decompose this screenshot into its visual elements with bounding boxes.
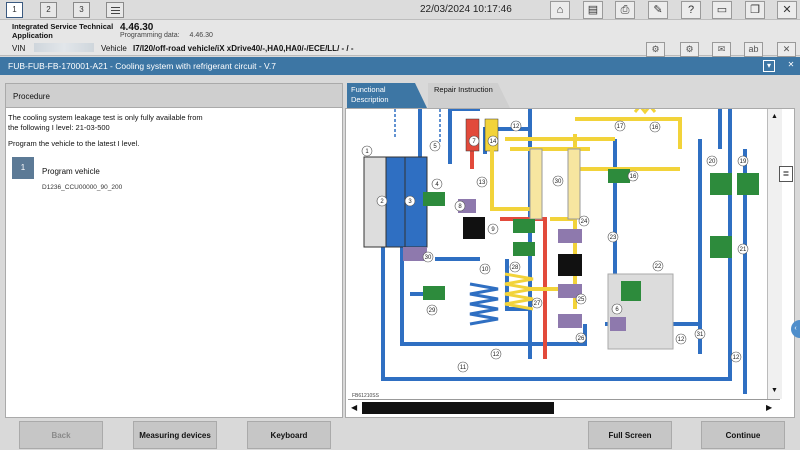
session-tab-2[interactable]: 2 [40, 2, 57, 18]
close-icon[interactable]: ✕ [777, 1, 797, 19]
svg-text:20: 20 [709, 159, 716, 165]
tab-repair-instruction[interactable]: Repair Instruction [428, 83, 510, 108]
cooling-system-diagram: 123 458 9 10 13 14 7 12 17 16 16 30 19 20 21 22 24… [350, 109, 767, 399]
svg-text:25: 25 [578, 297, 585, 303]
svg-text:30: 30 [425, 255, 432, 261]
svg-text:26: 26 [578, 336, 585, 342]
session-tab-3[interactable]: 3 [73, 2, 90, 18]
close-window-icon[interactable]: ✕ [785, 60, 797, 72]
svg-text:28: 28 [512, 265, 519, 271]
svg-text:12: 12 [678, 337, 685, 343]
intro-line-1: The cooling system leakage test is only … [8, 113, 203, 122]
vin-value [34, 43, 94, 52]
svg-text:21: 21 [740, 247, 747, 253]
restore-icon[interactable]: ❐ [745, 1, 765, 19]
document-icon[interactable]: ≣ [779, 166, 793, 182]
vin-label: VIN [12, 44, 26, 53]
back-button[interactable]: Back [19, 421, 103, 449]
svg-text:27: 27 [534, 301, 541, 307]
svg-text:31: 31 [697, 332, 704, 338]
keyboard-button[interactable]: Keyboard [247, 421, 331, 449]
printer-icon[interactable]: ⎙ [615, 1, 635, 19]
svg-text:16: 16 [630, 174, 637, 180]
svg-text:17: 17 [617, 124, 624, 130]
vehicle-value: I7/I20/off-road vehicle/iX xDrive40/-,HA… [133, 44, 354, 53]
close-session-icon[interactable]: ✕ [777, 42, 796, 57]
svg-text:23: 23 [610, 235, 617, 241]
vehicle-header: Integrated Service Technical Application… [0, 20, 800, 57]
programming-data: Programming data: 4.46.30 [120, 32, 213, 39]
vehicle-label: Vehicle [101, 44, 127, 53]
tab-procedure[interactable]: Procedure [5, 83, 343, 108]
vehicle-info-icon[interactable]: ▤ [583, 1, 603, 19]
window-title-bar: FUB-FUB-FB-170001-A21 - Cooling system w… [0, 57, 800, 75]
step-title: Program vehicle [42, 167, 100, 176]
svg-text:12: 12 [733, 355, 740, 361]
full-screen-button[interactable]: Full Screen [588, 421, 672, 449]
horizontal-scrollbar[interactable]: ◀ ▶ [348, 399, 780, 416]
top-bar: 1 2 3 22/03/2024 10:17:46 ⌂ ▤ ⎙ ✎ ? ▭ ❐ … [0, 0, 800, 20]
instruction-text: Program the vehicle to the latest I leve… [8, 139, 140, 148]
settings-icon[interactable]: ⚙ [680, 42, 699, 57]
datetime: 22/03/2024 10:17:46 [420, 4, 512, 15]
app-name: Integrated Service Technical Application [12, 22, 114, 40]
step-number: 1 [12, 157, 34, 179]
svg-text:19: 19 [740, 159, 747, 165]
dropdown-icon[interactable]: ▾ [763, 60, 775, 72]
home-icon[interactable]: ⌂ [550, 1, 570, 19]
help-icon[interactable]: ? [681, 1, 701, 19]
svg-text:24: 24 [581, 219, 588, 225]
tab-functional-description[interactable]: Functional Description [347, 83, 427, 108]
continue-button[interactable]: Continue [701, 421, 785, 449]
svg-text:16: 16 [652, 125, 659, 131]
step-code: D1236_CCU00000_90_200 [42, 184, 123, 191]
session-tab-1[interactable]: 1 [6, 2, 23, 18]
scroll-thumb[interactable] [362, 402, 554, 414]
abc-icon[interactable]: ab [744, 42, 763, 57]
intro-line-2: the following I level: 21-03-500 [8, 123, 110, 132]
measuring-devices-button[interactable]: Measuring devices [133, 421, 217, 449]
scroll-right-icon[interactable]: ▶ [766, 403, 772, 412]
svg-text:22: 22 [655, 264, 662, 270]
scroll-left-icon[interactable]: ◀ [351, 403, 357, 412]
mail-icon[interactable]: ✉ [712, 42, 731, 57]
svg-text:12: 12 [493, 352, 500, 358]
scroll-up-icon[interactable]: ▲ [771, 113, 778, 120]
svg-text:13: 13 [479, 180, 486, 186]
svg-text:10: 10 [482, 267, 489, 273]
svg-text:14: 14 [490, 139, 497, 145]
connection-icon[interactable]: ⚙ [646, 42, 665, 57]
svg-text:12: 12 [513, 124, 520, 130]
minimize-icon[interactable]: ▭ [712, 1, 732, 19]
svg-text:30: 30 [555, 179, 562, 185]
wrench-icon[interactable]: ✎ [648, 1, 668, 19]
svg-text:11: 11 [460, 365, 467, 371]
svg-text:29: 29 [429, 308, 436, 314]
scroll-down-icon[interactable]: ▼ [771, 387, 778, 394]
list-icon[interactable] [106, 2, 124, 18]
vertical-scrollbar[interactable]: ▲ ▼ [767, 109, 782, 399]
window-title: FUB-FUB-FB-170001-A21 - Cooling system w… [8, 61, 276, 71]
procedure-panel [5, 83, 343, 418]
